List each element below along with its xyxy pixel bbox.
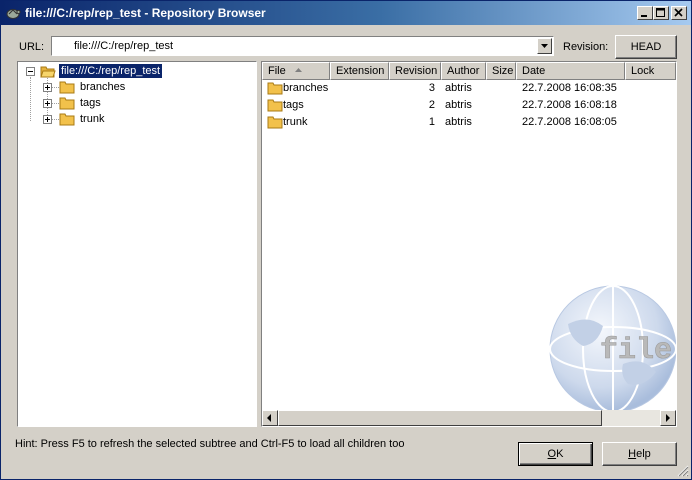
minimize-icon — [641, 15, 647, 17]
column-header-date[interactable]: Date — [516, 62, 625, 80]
folder-icon — [267, 82, 283, 95]
tree-node-label[interactable]: tags — [80, 97, 101, 109]
tree-node-tags[interactable]: tags — [18, 96, 254, 112]
cell-revision: 3 — [428, 82, 435, 94]
ok-accelerator: O — [547, 448, 557, 460]
sort-ascending-icon — [295, 68, 302, 72]
folder-open-icon — [40, 66, 56, 78]
scroll-thumb[interactable] — [278, 410, 602, 426]
help-button[interactable]: Help — [602, 442, 677, 466]
cell-revision: 2 — [428, 99, 435, 111]
folder-icon — [59, 81, 75, 94]
expand-toggle[interactable] — [43, 83, 52, 92]
cell-revision: 1 — [428, 116, 435, 128]
cell-date: 22.7.2008 16:08:35 — [522, 82, 617, 94]
column-header-lock[interactable]: Lock — [625, 62, 676, 80]
column-header-extension[interactable]: Extension — [330, 62, 389, 80]
column-header-size[interactable]: Size — [486, 62, 516, 80]
url-dropdown-button[interactable] — [537, 38, 552, 54]
ok-label: K — [556, 448, 564, 460]
column-header-author[interactable]: Author — [441, 62, 486, 80]
hint-text: Hint: Press F5 to refresh the selected s… — [15, 438, 405, 450]
list-header: File Extension Revision Author Size Date… — [262, 62, 676, 80]
repository-tree[interactable]: file:///C:/rep/rep_test branches tags tr… — [17, 61, 257, 427]
column-header-file[interactable]: File — [262, 62, 330, 80]
cell-author: abtris — [445, 116, 472, 128]
scroll-right-button[interactable] — [660, 410, 676, 426]
list-row[interactable]: branches 3 abtris 22.7.2008 16:08:35 — [262, 80, 676, 97]
list-row[interactable]: tags 2 abtris 22.7.2008 16:08:18 — [262, 97, 676, 114]
maximize-button[interactable] — [653, 6, 669, 20]
cell-author: abtris — [445, 82, 472, 94]
ok-button[interactable]: OK — [518, 442, 593, 466]
file-list[interactable]: File Extension Revision Author Size Date… — [261, 61, 677, 427]
url-value[interactable]: file:///C:/rep/rep_test — [74, 40, 173, 52]
minimize-button[interactable] — [637, 6, 653, 20]
help-accelerator: H — [628, 448, 637, 460]
repository-browser-window: file:///C:/rep/rep_test - Repository Bro… — [0, 0, 692, 480]
scroll-left-button[interactable] — [262, 410, 278, 426]
close-button[interactable] — [671, 6, 687, 20]
tree-node-label[interactable]: file:///C:/rep/rep_test — [57, 63, 164, 79]
expand-toggle[interactable] — [43, 99, 52, 108]
revision-head-button[interactable]: HEAD — [615, 35, 677, 59]
url-combobox[interactable]: file:///C:/rep/rep_test — [51, 36, 554, 56]
help-label: elp — [636, 448, 651, 460]
watermark-text: file — [600, 334, 672, 368]
folder-icon — [59, 113, 75, 126]
folder-icon — [267, 99, 283, 112]
tree-node-label[interactable]: trunk — [80, 113, 104, 125]
maximize-icon — [656, 8, 665, 17]
title-bar[interactable]: file:///C:/rep/rep_test - Repository Bro… — [1, 1, 691, 25]
tortoise-icon — [5, 5, 21, 21]
close-icon — [674, 8, 683, 17]
resize-grip-icon[interactable] — [677, 465, 689, 477]
collapse-toggle[interactable] — [26, 67, 35, 76]
url-label: URL: — [19, 41, 45, 53]
window-title: file:///C:/rep/rep_test - Repository Bro… — [25, 6, 266, 20]
expand-toggle[interactable] — [43, 115, 52, 124]
cell-date: 22.7.2008 16:08:05 — [522, 116, 617, 128]
tree-node-branches[interactable]: branches — [18, 80, 254, 96]
cell-date: 22.7.2008 16:08:18 — [522, 99, 617, 111]
list-row[interactable]: trunk 1 abtris 22.7.2008 16:08:05 — [262, 114, 676, 131]
cell-file: trunk — [283, 116, 308, 128]
cell-author: abtris — [445, 99, 472, 111]
arrow-right-icon — [666, 414, 670, 422]
cell-file: tags — [283, 99, 304, 111]
column-header-revision[interactable]: Revision — [389, 62, 441, 80]
revision-label: Revision: — [563, 41, 609, 53]
cell-file: branches — [283, 82, 329, 94]
chevron-down-icon — [541, 44, 548, 48]
arrow-left-icon — [267, 414, 271, 422]
tree-node-label[interactable]: branches — [80, 81, 125, 93]
tree-node-root[interactable]: file:///C:/rep/rep_test — [18, 63, 254, 80]
folder-icon — [59, 97, 75, 110]
folder-icon — [267, 116, 283, 129]
horizontal-scrollbar[interactable] — [262, 410, 676, 426]
globe-icon: file — [549, 285, 676, 413]
tree-node-trunk[interactable]: trunk — [18, 112, 254, 128]
